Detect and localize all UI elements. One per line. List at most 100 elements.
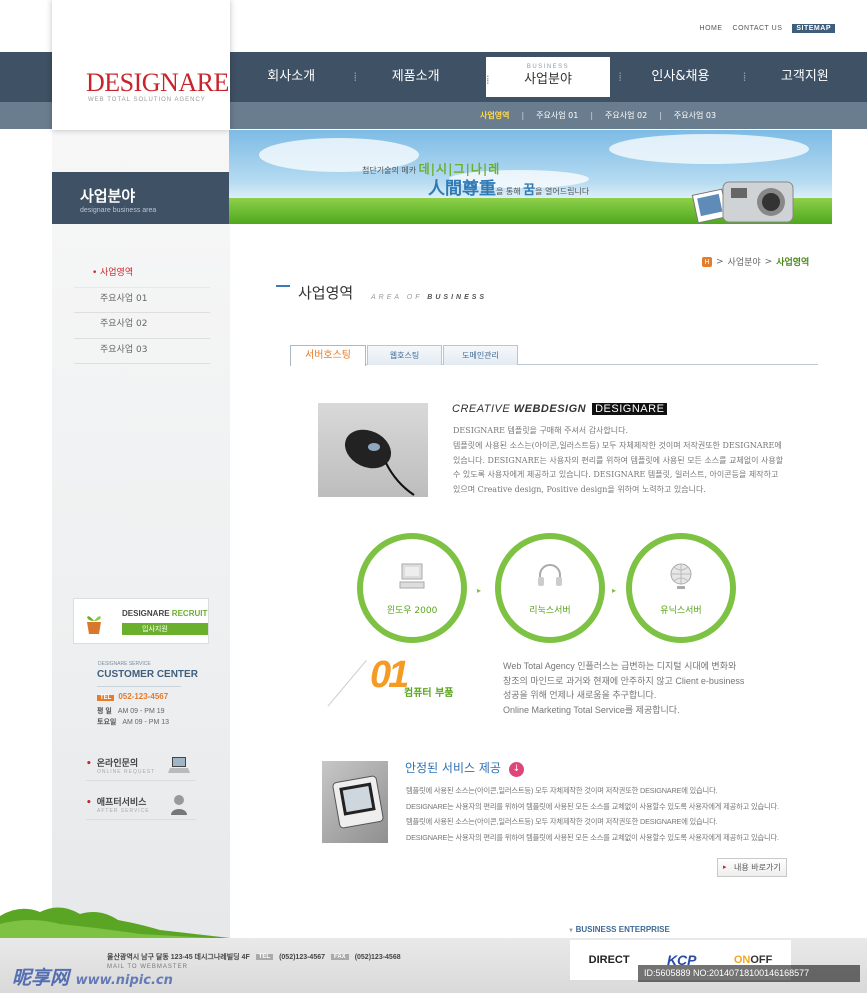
step-unix-label: 유닉스서버 xyxy=(660,606,702,616)
banner-line2-post: 을 열어드립니다 xyxy=(535,187,590,196)
tab-domain[interactable]: 도메인관리 xyxy=(443,345,518,365)
online-request-link[interactable]: 온라인문의 ONLINE REQUEST xyxy=(86,756,196,781)
section3-text: 템플릿에 사용된 소스는(아이콘,일러스트등) 모두 자체제작한 것이며 저작권… xyxy=(406,783,816,845)
weekday-label: 평 일 xyxy=(97,708,112,715)
logo[interactable]: DESIGNARE xyxy=(86,68,229,98)
section1-heading-bold: WEBDESIGN xyxy=(513,403,587,415)
globe-icon xyxy=(670,563,692,589)
section1-heading-brand: DESIGNARE xyxy=(592,403,668,415)
recruit-title-brand: DESIGNARE xyxy=(122,609,170,618)
customer-center-tel: TEL 052-123-4567 xyxy=(97,692,168,701)
breadcrumb: H > 사업분야 > 사업영역 xyxy=(702,255,809,268)
banner-line2-mid1: 을 통해 xyxy=(496,187,521,196)
logo-tagline: WEB TOTAL SOLUTION AGENCY xyxy=(88,97,206,103)
nav-active-caption: BUSINESS xyxy=(526,64,570,70)
section3-title-text: 안정된 서비스 제공 xyxy=(405,761,501,775)
main-menu: 회사소개 제품소개 BUSINESS 사업분야 인사&채용 고객지원 xyxy=(229,52,867,103)
section3-line: 템플릿에 사용된 소스는(아이콘,일러스트등) 모두 자체제작한 것이며 저작권… xyxy=(406,786,718,795)
grass-hill-decoration xyxy=(0,907,230,940)
tel-badge: TEL xyxy=(97,695,115,701)
contact-link[interactable]: CONTACT US xyxy=(733,25,783,32)
section1-line: DESIGNARE 템플릿을 구매해 주셔서 감사합니다. xyxy=(453,426,629,435)
home-link[interactable]: HOME xyxy=(700,25,723,32)
mouse-icon xyxy=(344,429,415,496)
footer-fax-tag: FAX xyxy=(331,954,349,960)
sidebar-item-02[interactable]: 주요사업 02 xyxy=(74,313,210,339)
go-content-button[interactable]: 내용 바로가기 xyxy=(717,858,787,877)
submenu-item-area[interactable]: 사업영역 xyxy=(480,110,509,121)
tab-bar: 서버호스팅 웹호스팅 도메인관리 xyxy=(290,345,818,366)
submenu-separator: | xyxy=(590,111,594,120)
utility-links: HOME CONTACT US SITEMAP xyxy=(700,24,835,33)
section3-line: DESIGNARE는 사용자의 편리를 위하여 템플릿에 사용된 모든 소스를 … xyxy=(406,801,779,811)
divider xyxy=(327,660,367,707)
nav-item-company[interactable]: 회사소개 xyxy=(229,52,353,102)
section2-line: 창조의 마인드로 과거와 현재에 안주하지 않고 Client e-busine… xyxy=(503,675,745,686)
after-service-link[interactable]: 애프터서비스 AFTER SERVICE xyxy=(86,795,196,820)
mouse-photo xyxy=(318,403,428,497)
breadcrumb-parent[interactable]: 사업분야 xyxy=(728,255,761,268)
breadcrumb-sep: > xyxy=(716,256,724,267)
tab-web-hosting[interactable]: 웹호스팅 xyxy=(367,345,442,365)
sidebar-item-area[interactable]: 사업영역 xyxy=(74,262,210,288)
nav-item-support[interactable]: 고객지원 xyxy=(743,52,867,102)
page-title: 사업영역 xyxy=(298,284,354,302)
weekday-hours: AM 09 - PM 19 xyxy=(117,708,165,715)
divider xyxy=(86,780,196,781)
page-title-en-pre: AREA OF xyxy=(371,294,423,301)
section2-line: Online Marketing Total Service를 제공합니다. xyxy=(503,704,680,715)
breadcrumb-sep: > xyxy=(764,256,773,267)
logo-panel xyxy=(52,0,230,130)
arrow-right-icon: ▸ xyxy=(477,586,482,595)
recruit-title-hl: RECRUIT xyxy=(171,609,208,618)
recruit-apply-button[interactable]: 입사지원 xyxy=(122,623,208,635)
sidebar-menu: 사업영역 주요사업 01 주요사업 02 주요사업 03 xyxy=(74,262,210,364)
submenu-item-01[interactable]: 주요사업 01 xyxy=(536,110,578,121)
sidebar-item-03[interactable]: 주요사업 03 xyxy=(74,339,210,364)
watermark-id: ID:5605889 NO:20140718100146168577 xyxy=(638,965,860,982)
sidebar-title: 사업분야 xyxy=(80,187,136,205)
step-linux: 리눅스서버 xyxy=(495,533,605,643)
device-photo xyxy=(322,761,388,843)
divider xyxy=(86,819,196,820)
nav-item-products[interactable]: 제품소개 xyxy=(353,52,477,102)
watermark-left-main: 昵享网 xyxy=(12,967,70,989)
pda-icon xyxy=(332,775,384,829)
watermark-left-url: www.nipic.cn xyxy=(75,973,173,988)
nav-item-business-label: 사업분야 xyxy=(524,72,572,87)
sidebar-title-box xyxy=(52,172,230,224)
section1-text: DESIGNARE 템플릿을 구매해 주셔서 감사합니다. 템플릿에 사용된 소… xyxy=(453,424,808,498)
sidebar-subtitle: designare business area xyxy=(80,207,157,214)
step-unix: 유닉스서버 xyxy=(626,533,736,643)
footer-fax: (052)123-4568 xyxy=(354,953,401,961)
page-title-en: AREA OF BUSINESS xyxy=(371,294,487,301)
submenu-item-02[interactable]: 주요사업 02 xyxy=(605,110,647,121)
customer-center-label: DESIGNARE SERVICE xyxy=(98,661,151,667)
sitemap-link[interactable]: SITEMAP xyxy=(792,24,835,33)
nav-item-business[interactable]: BUSINESS 사업분야 xyxy=(485,57,611,103)
submenu-separator: | xyxy=(659,111,662,120)
partner-direct[interactable]: DIRECT xyxy=(589,954,630,966)
sidebar-item-01[interactable]: 주요사업 01 xyxy=(74,288,210,313)
step-linux-label: 리눅스서버 xyxy=(529,606,571,616)
section1-line: 있으며 Creative design, Positive design을 위하… xyxy=(453,485,706,495)
laptop-icon xyxy=(168,757,190,773)
section1-heading-italic: CREATIVE xyxy=(452,403,511,415)
home-icon[interactable]: H xyxy=(702,256,712,267)
section2-line: 성공을 위해 언제나 새로움을 추구합니다. xyxy=(503,690,657,700)
tel-number: 052-123-4567 xyxy=(118,692,169,701)
customer-center-hours: 평 일 AM 09 - PM 19 토요일 AM 09 - PM 13 xyxy=(97,706,169,728)
tab-server-hosting[interactable]: 서버호스팅 xyxy=(290,345,366,366)
recruit-banner[interactable]: DESIGNARE RECRUIT 입사지원 xyxy=(73,598,209,644)
banner-line1-pre: 첨단기술의 메카 xyxy=(362,166,417,175)
section2-number: 01 xyxy=(370,654,409,696)
breadcrumb-current: 사업영역 xyxy=(776,258,810,268)
footer-tel-tag: TEL xyxy=(255,954,274,960)
nav-item-recruit[interactable]: 인사&채용 xyxy=(618,52,742,102)
title-accent xyxy=(276,285,290,287)
plant-pot-icon xyxy=(87,616,101,634)
submenu-item-03[interactable]: 주요사업 03 xyxy=(674,110,716,121)
computer-icon xyxy=(399,563,425,589)
page-title-en-bold: BUSINESS xyxy=(427,294,488,301)
section1-line: 있습니다. DESIGNARE는 사용자의 편리를 위하여 템플릿에 사용된 모… xyxy=(453,455,784,465)
